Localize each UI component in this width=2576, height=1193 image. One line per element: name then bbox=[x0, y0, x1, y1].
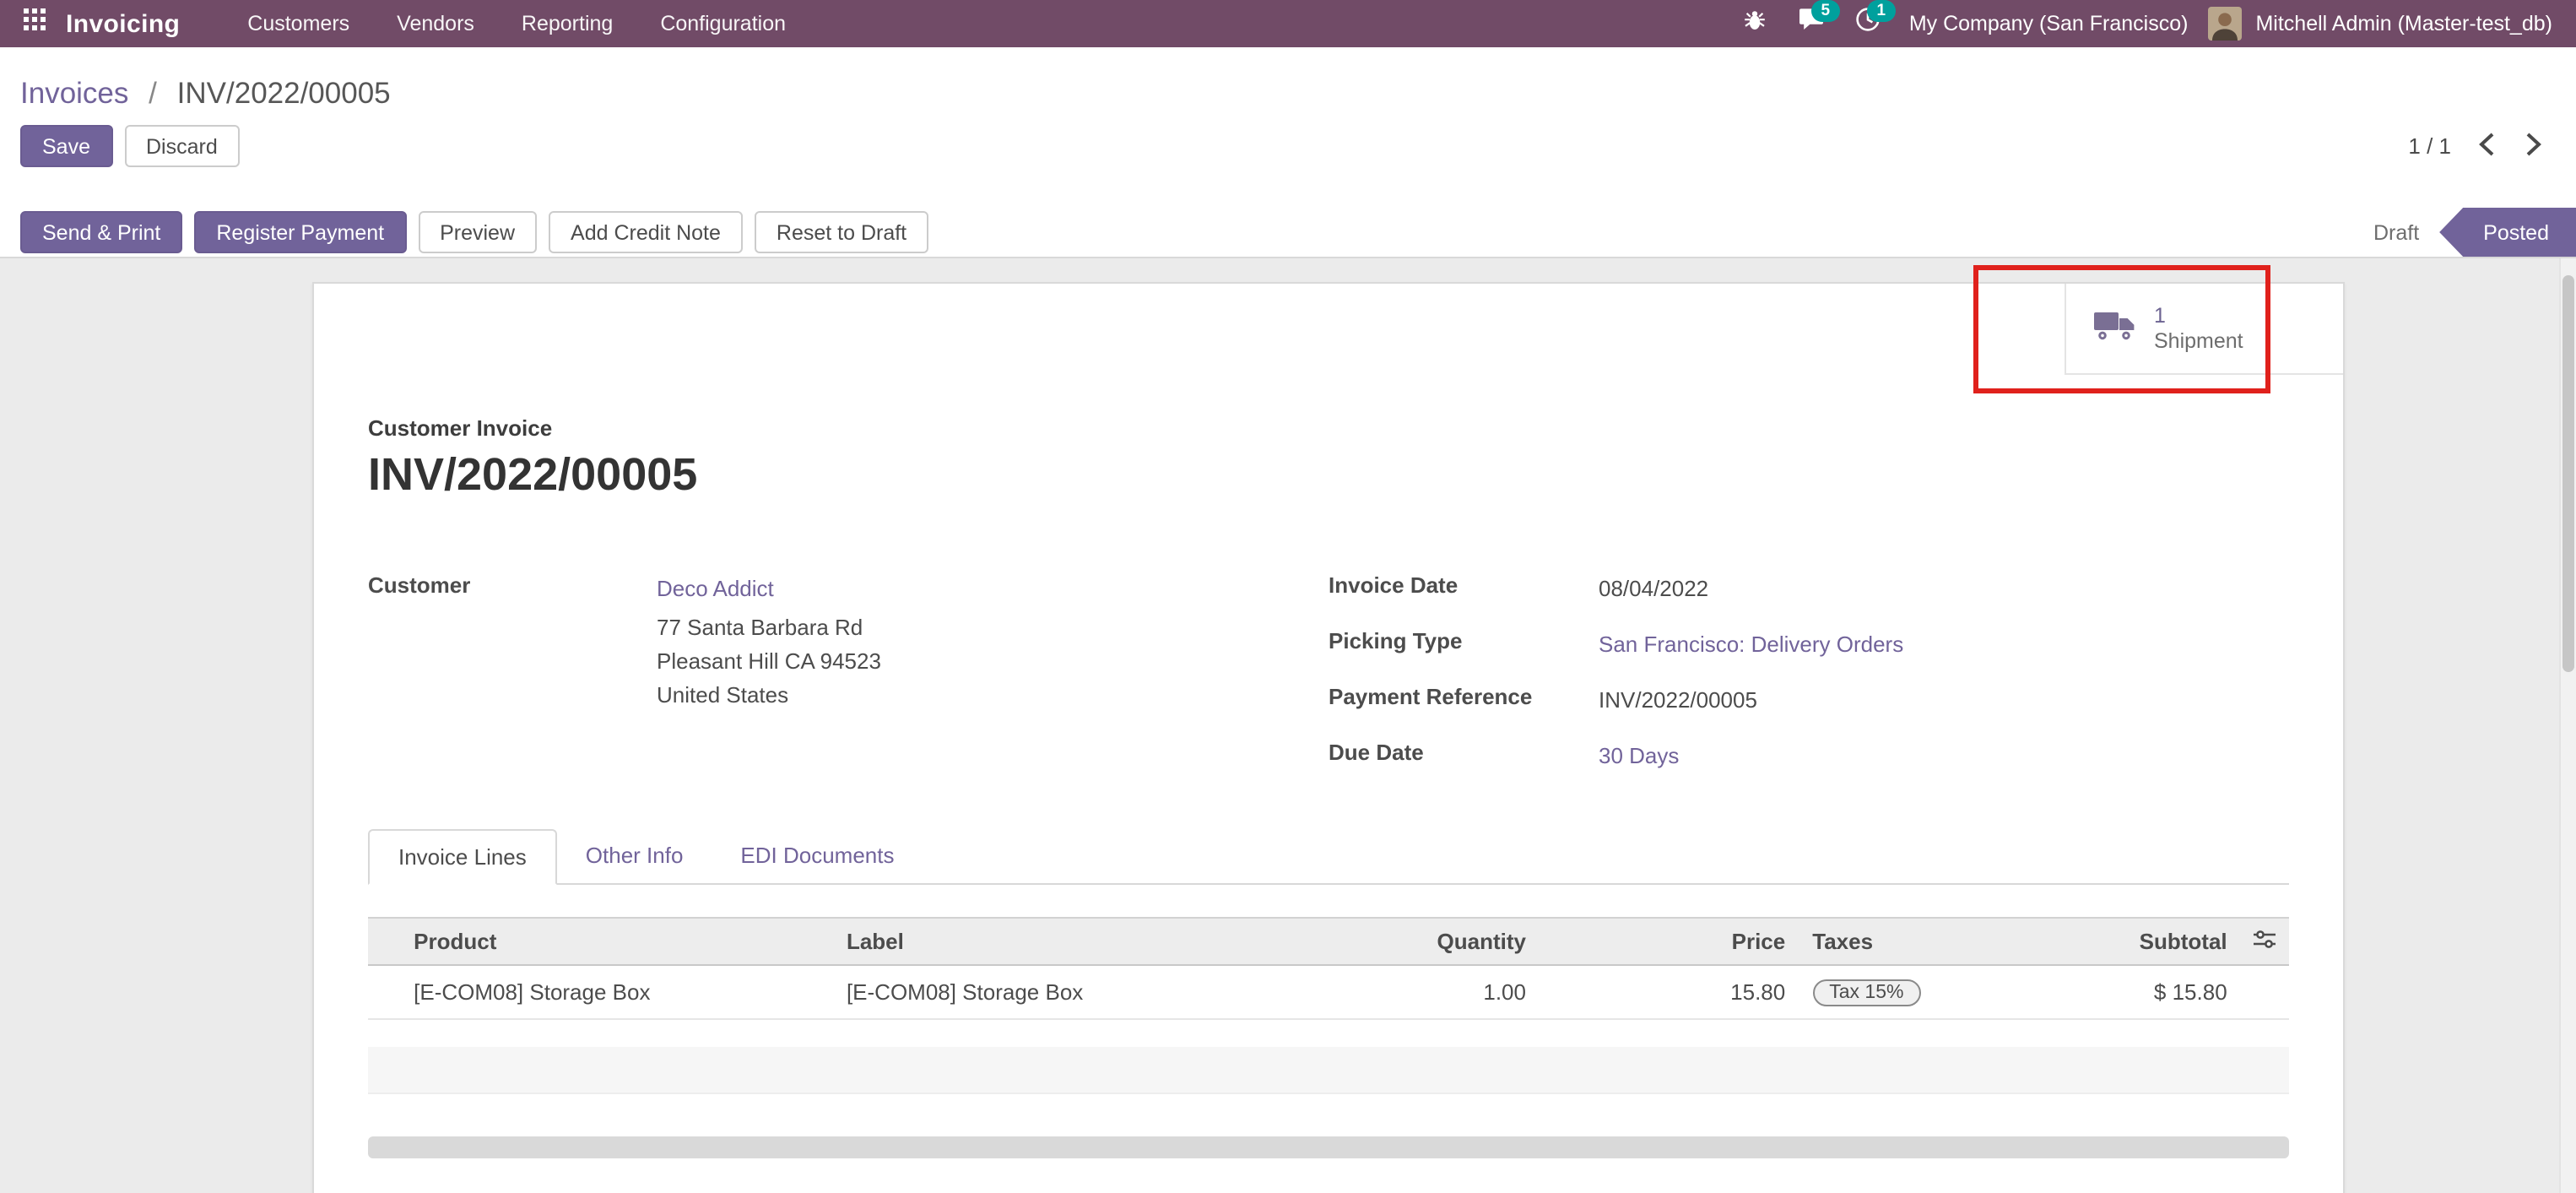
column-label[interactable]: Label bbox=[833, 918, 1263, 965]
column-subtotal[interactable]: Subtotal bbox=[2000, 918, 2241, 965]
pager: 1 / 1 bbox=[2408, 127, 2556, 165]
messages-badge: 5 bbox=[1811, 0, 1840, 22]
page-scrollbar-track[interactable] bbox=[2559, 258, 2576, 1193]
apps-menu-button[interactable] bbox=[10, 0, 59, 47]
breadcrumb-invoices-link[interactable]: Invoices bbox=[20, 76, 128, 110]
discard-button[interactable]: Discard bbox=[124, 125, 240, 167]
column-handle bbox=[368, 918, 400, 965]
page-scrollbar-thumb[interactable] bbox=[2562, 275, 2574, 672]
send-print-button[interactable]: Send & Print bbox=[20, 211, 182, 253]
status-draft[interactable]: Draft bbox=[2353, 208, 2439, 257]
tab-edi-documents[interactable]: EDI Documents bbox=[712, 829, 923, 883]
empty-line-stripe bbox=[368, 1047, 2289, 1094]
form-view-area: 1 Shipment Customer Invoice INV/2022/000… bbox=[0, 258, 2576, 1193]
action-bar: Send & Print Register Payment Preview Ad… bbox=[0, 208, 2576, 257]
table-header-row: Product Label Quantity Price Taxes Subto… bbox=[368, 918, 2289, 965]
breadcrumb-separator: / bbox=[149, 76, 157, 110]
company-switcher[interactable]: My Company (San Francisco) bbox=[1896, 0, 2202, 47]
list-scroll-bar[interactable] bbox=[368, 1136, 2289, 1158]
column-product[interactable]: Product bbox=[400, 918, 833, 965]
picking-type-link[interactable]: San Francisco: Delivery Orders bbox=[1599, 628, 1903, 662]
sliders-icon bbox=[2254, 929, 2276, 954]
payment-reference-label: Payment Reference bbox=[1329, 684, 1599, 718]
invoice-date-label: Invoice Date bbox=[1329, 572, 1599, 606]
tab-invoice-lines[interactable]: Invoice Lines bbox=[368, 829, 557, 885]
table-row[interactable]: [E-COM08] Storage Box [E-COM08] Storage … bbox=[368, 965, 2289, 1019]
bug-icon bbox=[1742, 8, 1767, 40]
due-date-link[interactable]: 30 Days bbox=[1599, 740, 1679, 773]
cell-subtotal[interactable]: $ 15.80 bbox=[2000, 965, 2241, 1019]
odoo-window: Invoicing Customers Vendors Reporting Co… bbox=[0, 0, 2576, 1193]
top-navbar: Invoicing Customers Vendors Reporting Co… bbox=[0, 0, 2576, 47]
customer-link[interactable]: Deco Addict bbox=[657, 576, 774, 601]
breadcrumb: Invoices / INV/2022/00005 bbox=[0, 47, 2576, 125]
payment-reference-value[interactable]: INV/2022/00005 bbox=[1599, 684, 1757, 718]
invoice-info-group: Invoice Date 08/04/2022 Picking Type San… bbox=[1329, 572, 2289, 795]
control-panel-buttons: Save Discard 1 / 1 bbox=[0, 125, 2576, 187]
statusbar: Draft Posted bbox=[2353, 208, 2576, 257]
invoice-lines-table: Product Label Quantity Price Taxes Subto… bbox=[368, 917, 2289, 1020]
chevron-right-icon bbox=[2525, 131, 2542, 161]
preview-button[interactable]: Preview bbox=[418, 211, 537, 253]
register-payment-button[interactable]: Register Payment bbox=[194, 211, 406, 253]
tab-other-info[interactable]: Other Info bbox=[557, 829, 712, 883]
stat-button-text: 1 Shipment bbox=[2154, 303, 2243, 354]
shipment-label: Shipment bbox=[2154, 328, 2243, 354]
messages-menu-button[interactable]: 5 bbox=[1783, 0, 1840, 47]
notebook-tabs: Invoice Lines Other Info EDI Documents bbox=[368, 829, 2289, 885]
picking-type-label: Picking Type bbox=[1329, 628, 1599, 662]
debug-button[interactable] bbox=[1727, 0, 1783, 47]
activities-badge: 1 bbox=[1867, 0, 1896, 22]
menu-configuration[interactable]: Configuration bbox=[636, 0, 809, 47]
user-avatar[interactable] bbox=[2208, 7, 2242, 41]
cell-quantity[interactable]: 1.00 bbox=[1263, 965, 1540, 1019]
menu-reporting[interactable]: Reporting bbox=[498, 0, 636, 47]
cell-price[interactable]: 15.80 bbox=[1540, 965, 1799, 1019]
activities-menu-button[interactable]: 1 bbox=[1840, 0, 1896, 47]
pager-next-button[interactable] bbox=[2522, 127, 2546, 165]
customer-value-block: Deco Addict 77 Santa Barbara Rd Pleasant… bbox=[657, 572, 881, 713]
chevron-left-icon bbox=[2478, 131, 2495, 161]
customer-address-line: 77 Santa Barbara Rd bbox=[657, 611, 881, 645]
apps-grid-icon bbox=[24, 8, 46, 39]
customer-label: Customer bbox=[368, 572, 657, 713]
truck-icon bbox=[2093, 308, 2137, 349]
customer-address-line: Pleasant Hill CA 94523 bbox=[657, 645, 881, 679]
customer-address-line: United States bbox=[657, 679, 881, 713]
cell-label[interactable]: [E-COM08] Storage Box bbox=[833, 965, 1263, 1019]
menu-vendors[interactable]: Vendors bbox=[373, 0, 498, 47]
breadcrumb-current: INV/2022/00005 bbox=[177, 76, 391, 110]
cell-taxes[interactable]: Tax 15% bbox=[1799, 965, 1999, 1019]
tax-badge[interactable]: Tax 15% bbox=[1812, 979, 1920, 1006]
add-credit-note-button[interactable]: Add Credit Note bbox=[549, 211, 743, 253]
reset-to-draft-button[interactable]: Reset to Draft bbox=[755, 211, 928, 253]
field-groups: Customer Deco Addict 77 Santa Barbara Rd… bbox=[368, 572, 2289, 795]
shipment-count: 1 bbox=[2154, 303, 2243, 328]
shipment-stat-button[interactable]: 1 Shipment bbox=[2065, 284, 2343, 375]
invoice-sheet: 1 Shipment Customer Invoice INV/2022/000… bbox=[312, 282, 2345, 1193]
app-name[interactable]: Invoicing bbox=[66, 9, 180, 38]
cell-spacer bbox=[2241, 965, 2289, 1019]
pager-previous-button[interactable] bbox=[2475, 127, 2498, 165]
due-date-label: Due Date bbox=[1329, 740, 1599, 773]
column-quantity[interactable]: Quantity bbox=[1263, 918, 1540, 965]
row-handle[interactable] bbox=[368, 965, 400, 1019]
control-panel: Invoices / INV/2022/00005 Save Discard 1… bbox=[0, 47, 2576, 258]
pager-counter: 1 / 1 bbox=[2408, 133, 2451, 159]
status-posted-active[interactable]: Posted bbox=[2439, 208, 2576, 257]
column-price[interactable]: Price bbox=[1540, 918, 1799, 965]
save-button[interactable]: Save bbox=[20, 125, 112, 167]
document-type-label: Customer Invoice bbox=[368, 284, 2289, 441]
user-menu[interactable]: Mitchell Admin (Master-test_db) bbox=[2242, 0, 2566, 47]
invoice-number-title: INV/2022/00005 bbox=[368, 449, 2289, 502]
invoice-date-value[interactable]: 08/04/2022 bbox=[1599, 572, 1708, 606]
column-taxes[interactable]: Taxes bbox=[1799, 918, 1999, 965]
navbar-systray: 5 1 My Company (San Francisco) Mitchell … bbox=[1727, 0, 2566, 47]
cell-product[interactable]: [E-COM08] Storage Box bbox=[400, 965, 833, 1019]
menu-customers[interactable]: Customers bbox=[224, 0, 373, 47]
customer-group: Customer Deco Addict 77 Santa Barbara Rd… bbox=[368, 572, 1329, 795]
optional-columns-button[interactable] bbox=[2241, 918, 2289, 965]
